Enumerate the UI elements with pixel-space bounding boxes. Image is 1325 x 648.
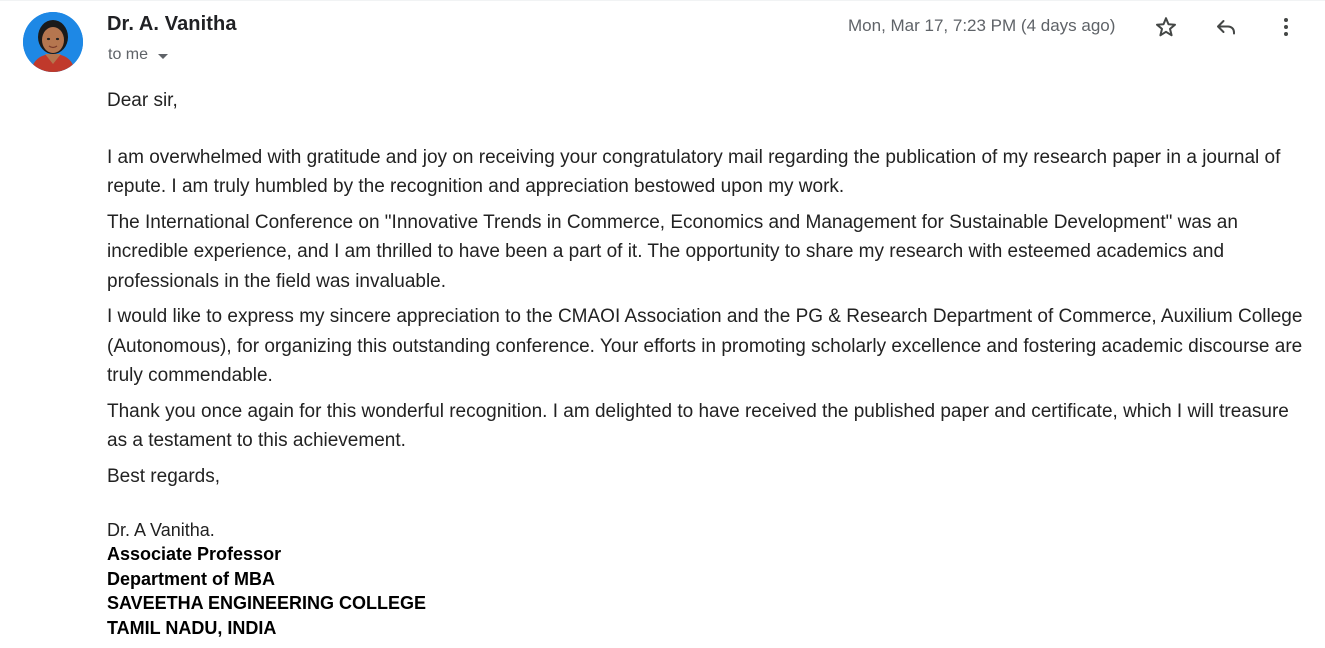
signature-location: TAMIL NADU, INDIA xyxy=(107,617,277,638)
message-greeting: Dear sir, xyxy=(107,90,178,111)
message-paragraph: The International Conference on "Innovat… xyxy=(107,211,1238,292)
recipient-label: to me xyxy=(108,46,149,63)
signature-name: Dr. A Vanitha. xyxy=(107,520,215,540)
more-vert-icon xyxy=(1284,18,1288,36)
signature-department: Department of MBA xyxy=(107,568,276,589)
star-icon xyxy=(1156,17,1176,37)
more-options-button[interactable] xyxy=(1269,10,1303,44)
message-paragraph: I am overwhelmed with gratitude and joy … xyxy=(107,146,1281,198)
message-paragraph: I would like to express my sincere appre… xyxy=(107,306,1303,386)
recipient-dropdown[interactable]: to me xyxy=(108,46,169,64)
sender-avatar[interactable] xyxy=(23,12,83,72)
email-message: Dr. A. Vanitha to me Mon, Mar 17, 7:23 P… xyxy=(0,0,1325,648)
signature-institution: SAVEETHA ENGINEERING COLLEGE xyxy=(107,593,427,613)
caret-down-icon[interactable] xyxy=(158,53,169,59)
message-paragraph: Thank you once again for this wonderful … xyxy=(107,400,1289,452)
message-closing: Best regards, xyxy=(107,465,220,487)
message-timestamp: Mon, Mar 17, 7:23 PM (4 days ago) xyxy=(848,16,1116,35)
signature-title: Associate Professor xyxy=(107,544,282,564)
star-button[interactable] xyxy=(1149,10,1183,44)
reply-button[interactable] xyxy=(1209,10,1243,44)
message-body: Dear sir, I am overwhelmed with gratitud… xyxy=(107,86,1307,640)
reply-icon xyxy=(1217,20,1235,35)
sender-name[interactable]: Dr. A. Vanitha xyxy=(107,13,237,36)
